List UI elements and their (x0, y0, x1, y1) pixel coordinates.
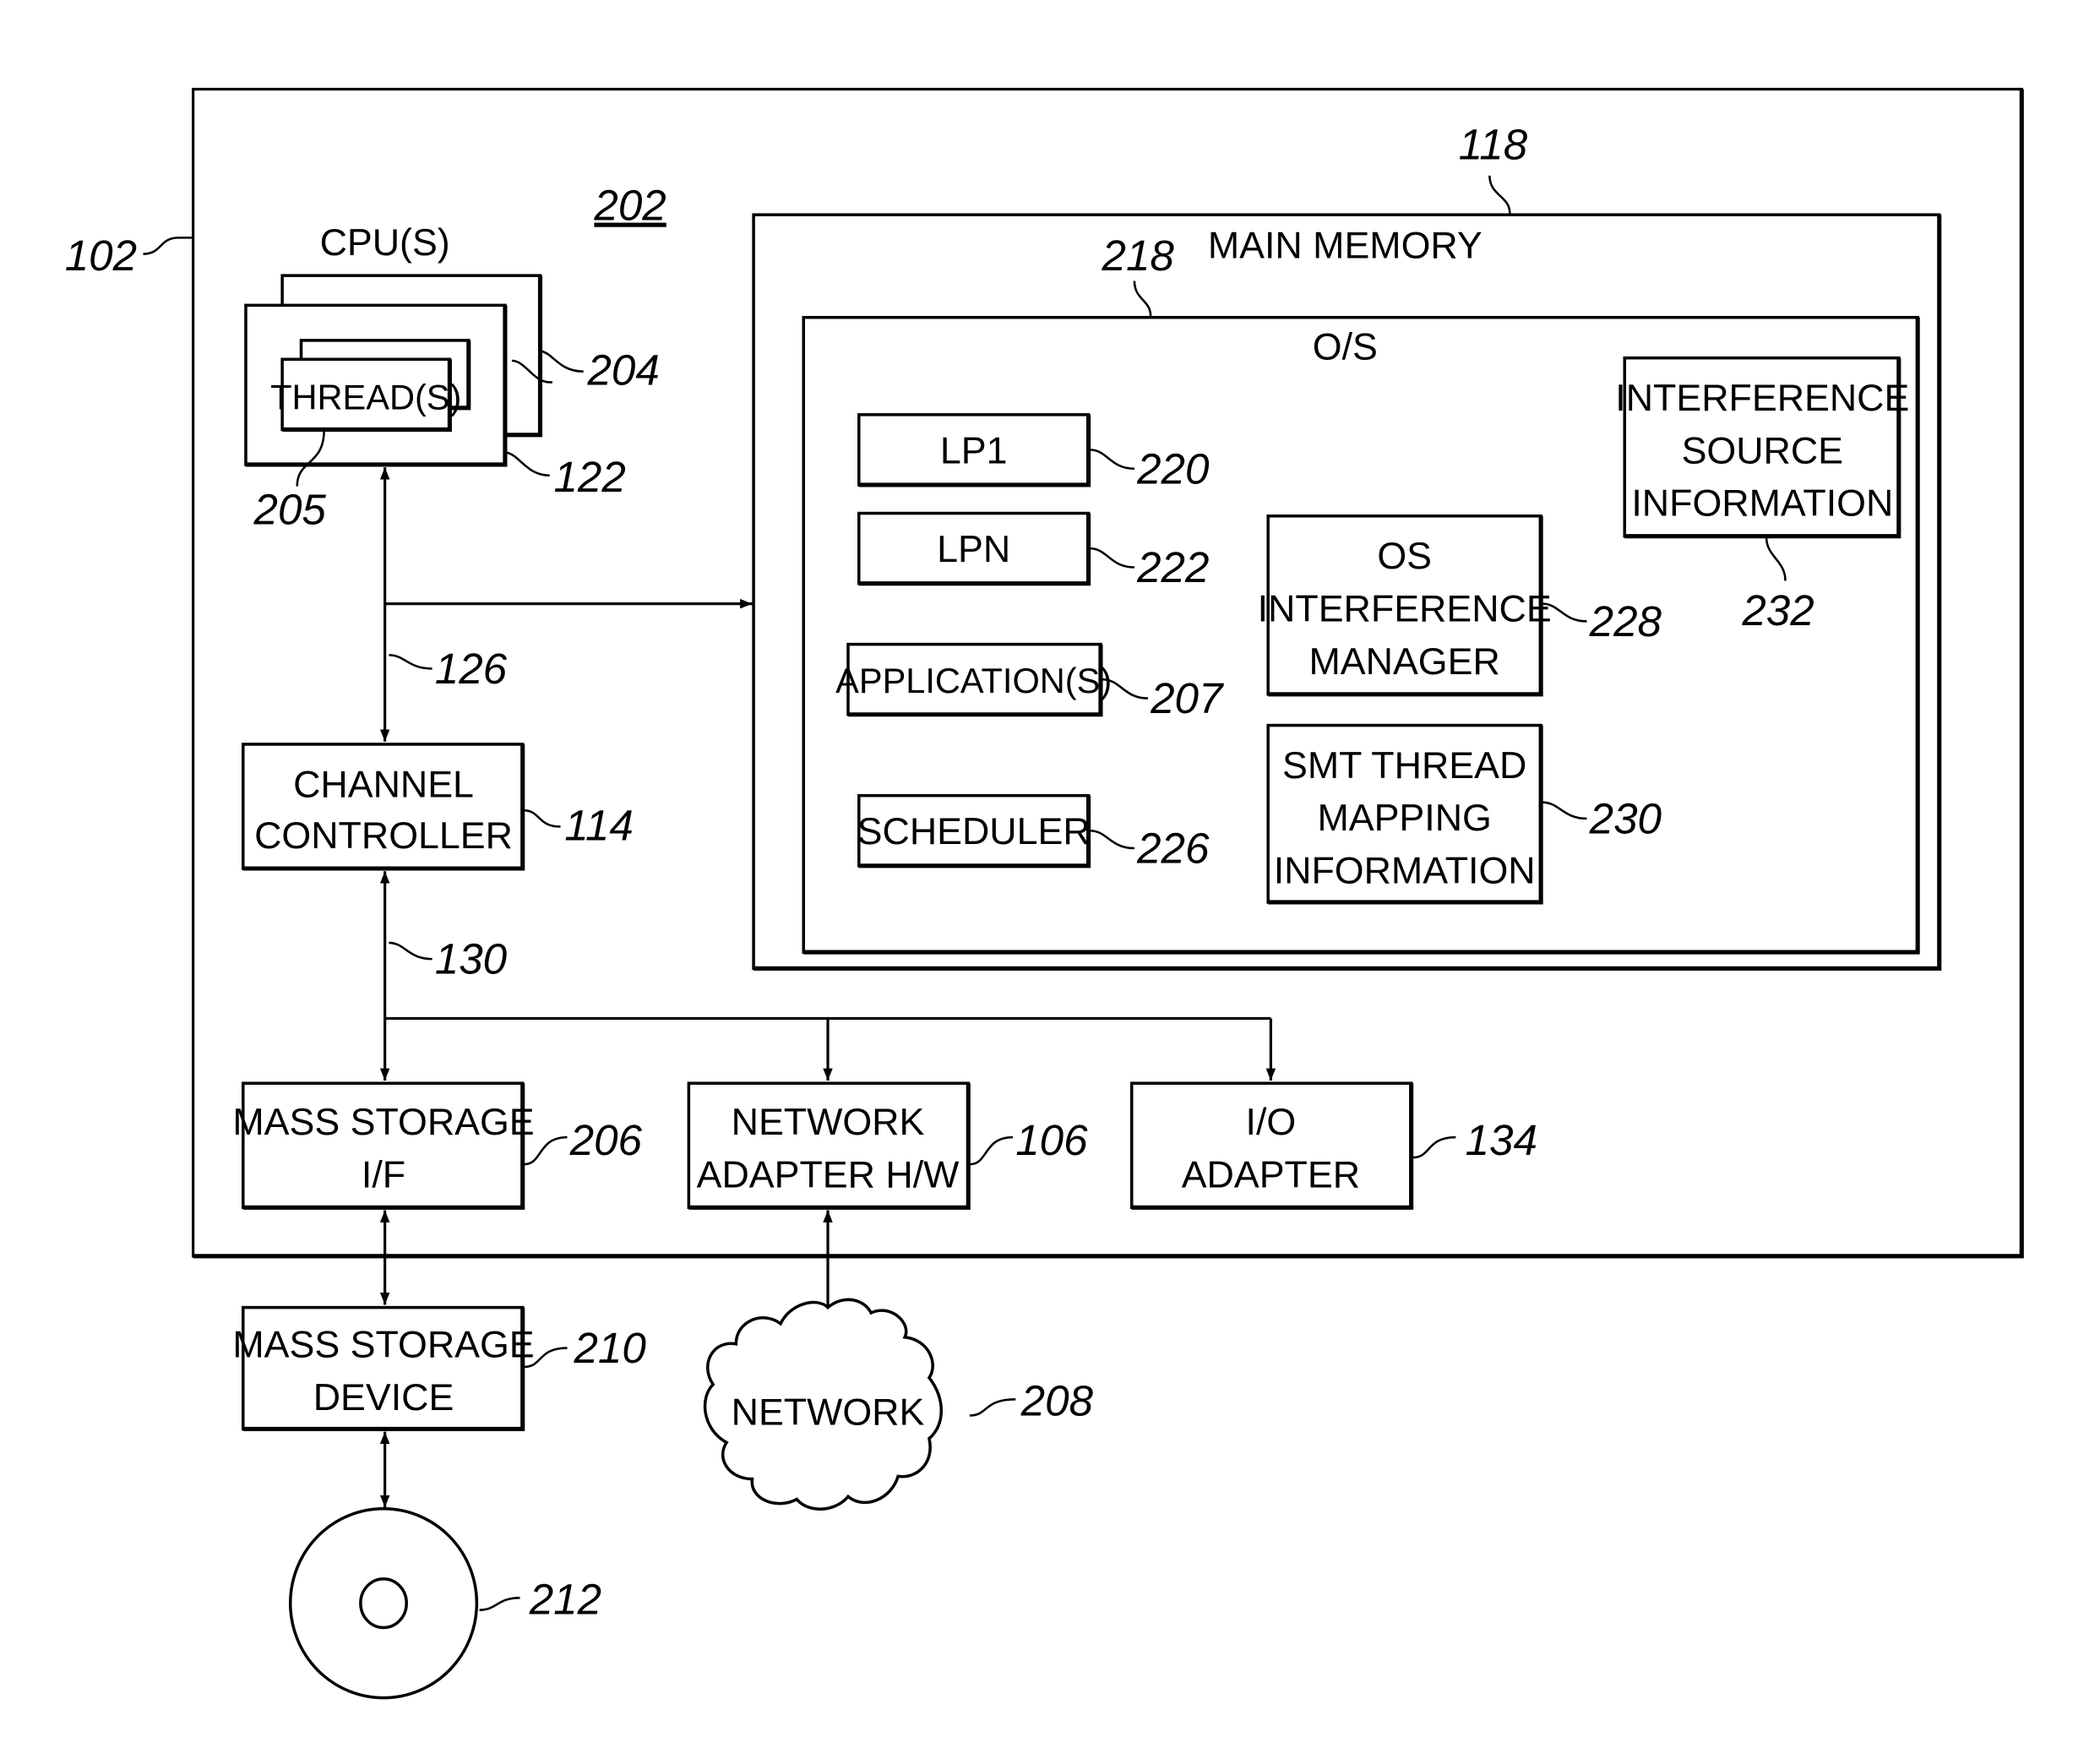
storage-disk[interactable]: 212 (288, 1507, 601, 1700)
ref-212: 212 (529, 1575, 601, 1623)
ref-118: 118 (1459, 121, 1528, 169)
msif-line-1: MASS STORAGE (232, 1101, 534, 1143)
ref-228: 228 (1589, 597, 1662, 645)
lp1-label: LP1 (940, 429, 1008, 471)
channel-controller-line-1: CHANNEL (293, 763, 474, 805)
network-cloud[interactable]: NETWORK 208 (703, 1298, 1094, 1511)
msd-line-2: DEVICE (313, 1376, 454, 1418)
ref-134: 134 (1466, 1116, 1537, 1164)
msif-line-2: I/F (362, 1153, 405, 1195)
channel-controller-line-2: CONTROLLER (254, 814, 513, 857)
ioa-line-2: ADAPTER (1182, 1153, 1360, 1195)
ref-207: 207 (1150, 674, 1225, 722)
msd-line-1: MASS STORAGE (232, 1324, 534, 1366)
isi-line-3: INFORMATION (1631, 482, 1893, 525)
main-memory-title: MAIN MEMORY (1208, 224, 1483, 266)
ref-220: 220 (1136, 444, 1210, 493)
ref-230: 230 (1589, 794, 1662, 842)
applications-label: APPLICATION(S) (835, 661, 1112, 700)
nah-line-2: ADAPTER H/W (697, 1153, 960, 1195)
nah-line-1: NETWORK (732, 1101, 925, 1143)
ref-202: 202 (593, 182, 666, 230)
ref-210: 210 (573, 1324, 646, 1372)
isi-line-1: INTERFERENCE (1615, 377, 1909, 419)
ref-122: 122 (553, 453, 625, 501)
os-title: O/S (1313, 325, 1378, 368)
ref-106: 106 (1015, 1116, 1088, 1164)
ref-226: 226 (1136, 825, 1210, 873)
smt-line-2: MAPPING (1317, 797, 1491, 839)
ref-206: 206 (569, 1116, 643, 1164)
cpu-title: CPU(S) (320, 221, 450, 264)
ref-130: 130 (435, 935, 508, 983)
scheduler-label: SCHEDULER (857, 810, 1091, 852)
leader-102 (143, 237, 193, 255)
ref-208: 208 (1020, 1376, 1094, 1424)
disk-hub-icon (359, 1577, 408, 1630)
mass-storage-device[interactable]: MASS STORAGE DEVICE 210 (232, 1305, 646, 1432)
ref-102: 102 (65, 231, 137, 280)
ioa-line-1: I/O (1246, 1101, 1297, 1143)
thread-label: THREAD(S) (270, 377, 461, 417)
ref-222: 222 (1136, 543, 1209, 591)
ref-205: 205 (253, 485, 327, 533)
ref-204: 204 (586, 346, 659, 395)
ref-232: 232 (1741, 586, 1814, 634)
ref-218: 218 (1102, 231, 1175, 280)
smt-line-3: INFORMATION (1274, 850, 1536, 892)
smt-line-1: SMT THREAD (1282, 744, 1526, 787)
oim-line-3: MANAGER (1309, 640, 1500, 683)
network-label: NETWORK (732, 1391, 925, 1434)
isi-line-2: SOURCE (1682, 429, 1843, 471)
oim-line-2: INTERFERENCE (1258, 587, 1552, 629)
system-diagram: 102 202 CPU(S) THREAD(S) 204 122 205 126… (65, 87, 2024, 1700)
ref-126: 126 (435, 645, 508, 693)
oim-line-1: OS (1377, 535, 1432, 577)
lpn-label: LPN (937, 528, 1010, 570)
ref-114: 114 (564, 801, 634, 849)
